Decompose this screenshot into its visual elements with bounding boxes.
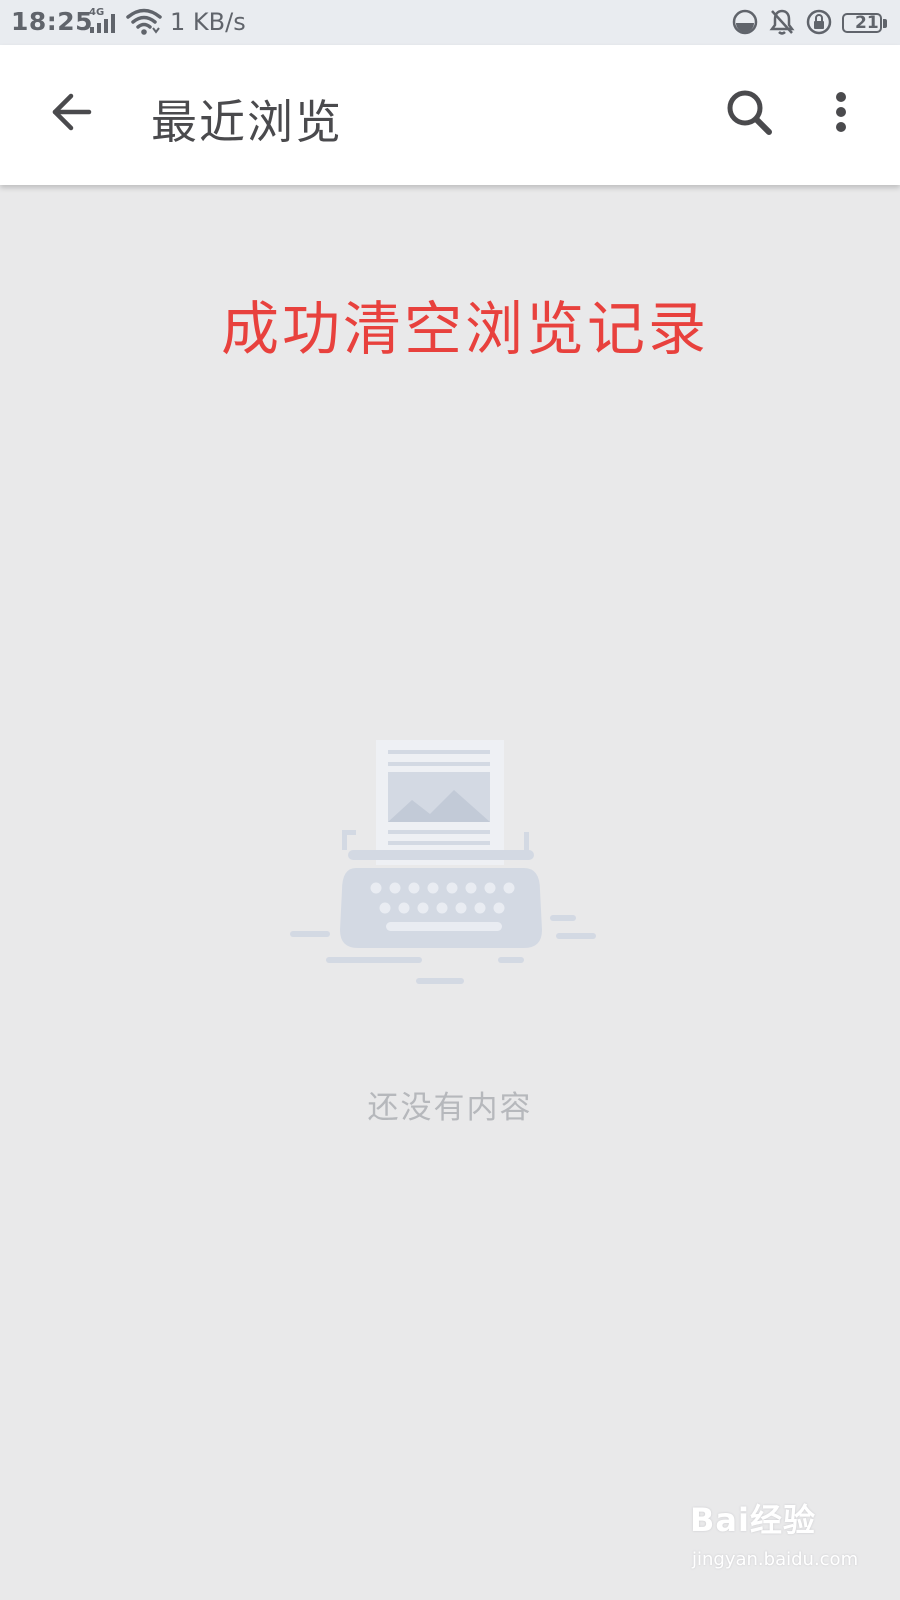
- watermark-logo: Bai经验: [690, 1501, 816, 1539]
- arrow-left-icon: [49, 90, 93, 138]
- annotation-text: 成功清空浏览记录: [220, 295, 709, 363]
- search-icon: [724, 87, 774, 141]
- back-button[interactable]: [40, 83, 102, 145]
- network-speed: 1 KB/s: [170, 8, 246, 36]
- data-saver-icon: [731, 8, 759, 40]
- page-title: 最近浏览: [151, 95, 343, 149]
- battery-level: 21: [855, 13, 879, 33]
- watermark-url: jingyan.baidu.com: [692, 1549, 859, 1570]
- status-time: 18:25: [11, 7, 94, 36]
- more-vert-icon: [834, 90, 848, 138]
- wifi-icon: [126, 8, 162, 40]
- status-bar: 18:25 4G 1 KB/s 21: [0, 0, 900, 45]
- search-button[interactable]: [718, 83, 780, 145]
- status-icons: 21: [731, 8, 888, 40]
- empty-state-message: 还没有内容: [367, 1090, 533, 1126]
- signal-icon: [88, 11, 118, 39]
- rotation-lock-icon: [805, 8, 833, 40]
- more-options-button[interactable]: [810, 83, 872, 145]
- watermark: Bai经验 jingyan.baidu.com: [690, 1495, 890, 1585]
- mute-bell-icon: [768, 8, 796, 40]
- screen: 18:25 4G 1 KB/s 21 最近浏览 成功清空浏览记录 还没有内容 B…: [0, 0, 900, 1600]
- battery-icon: 21: [842, 13, 888, 35]
- app-bar: 最近浏览: [0, 45, 900, 185]
- typewriter-icon: [290, 740, 610, 1004]
